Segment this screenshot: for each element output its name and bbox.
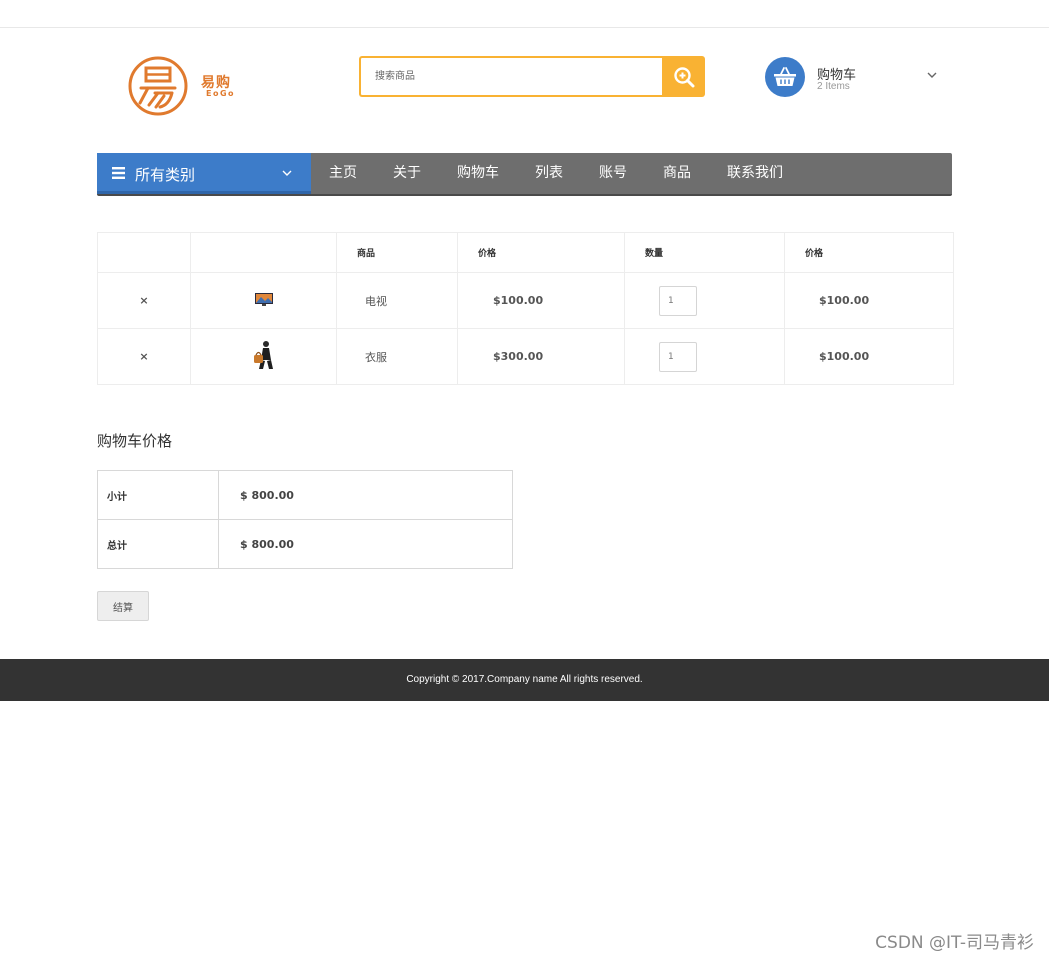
basket-icon: [774, 67, 796, 86]
cart-table: 商品 价格 数量 价格 × 电视 $100.00 $100.00: [97, 232, 954, 385]
nav-item-list[interactable]: 列表: [517, 153, 581, 194]
all-categories-label: 所有类别: [135, 166, 196, 184]
line-total: $100.00: [784, 272, 954, 329]
quantity-input[interactable]: [659, 341, 697, 372]
top-divider: [0, 27, 1049, 28]
total-label: 总计: [97, 519, 219, 569]
nav-item-products[interactable]: 商品: [645, 153, 709, 194]
total-row: 总计 $ 800.00: [97, 519, 513, 569]
product-thumbnail[interactable]: [190, 328, 337, 385]
nav-menu: 主页 关于 购物车 列表 账号 商品 联系我们: [311, 153, 801, 194]
all-categories-dropdown[interactable]: 所有类别: [97, 153, 311, 194]
chevron-down-icon[interactable]: [925, 68, 939, 82]
cart-totals-heading: 购物车价格: [97, 432, 173, 450]
nav-item-home[interactable]: 主页: [311, 153, 375, 194]
column-header-quantity: 数量: [624, 232, 785, 273]
product-name[interactable]: 电视: [336, 272, 458, 329]
quantity-input[interactable]: [659, 285, 697, 316]
table-row: × 衣服 $300.00 $100.00: [97, 328, 954, 385]
table-row: × 电视 $100.00 $100.00: [97, 272, 954, 329]
nav-item-about[interactable]: 关于: [375, 153, 439, 194]
search-button[interactable]: [662, 56, 705, 97]
mini-cart-button[interactable]: [765, 57, 805, 97]
search-bar: [359, 56, 705, 97]
product-name[interactable]: 衣服: [336, 328, 458, 385]
product-thumbnail[interactable]: [190, 272, 337, 329]
line-total: $100.00: [784, 328, 954, 385]
clothes-thumbnail-icon: [253, 341, 273, 369]
search-input[interactable]: [359, 56, 663, 97]
nav-item-cart[interactable]: 购物车: [439, 153, 517, 194]
main-nav: 所有类别 主页 关于 购物车 列表 账号 商品 联系我们: [97, 153, 952, 196]
footer-copyright: Copyright © 2017.Company name All rights…: [0, 659, 1049, 701]
column-header-price: 价格: [457, 232, 625, 273]
logo-icon[interactable]: [127, 55, 189, 117]
total-value: $ 800.00: [218, 519, 513, 569]
remove-item-button[interactable]: ×: [97, 272, 191, 329]
watermark: CSDN @IT-司马青衫: [875, 933, 1034, 953]
column-header-product: 商品: [336, 232, 458, 273]
remove-item-button[interactable]: ×: [97, 328, 191, 385]
tv-thumbnail-icon: [254, 292, 273, 306]
column-header: [190, 232, 337, 273]
quantity-cell: [624, 328, 785, 385]
unit-price: $300.00: [457, 328, 625, 385]
subtotal-value: $ 800.00: [218, 470, 513, 520]
checkout-button[interactable]: 结算: [97, 591, 149, 621]
subtotal-row: 小计 $ 800.00: [97, 470, 513, 520]
menu-icon: [112, 167, 125, 179]
chevron-down-icon: [282, 170, 292, 176]
column-header: [97, 232, 191, 273]
search-plus-icon: [673, 66, 694, 87]
nav-item-account[interactable]: 账号: [581, 153, 645, 194]
table-header-row: 商品 价格 数量 价格: [97, 232, 954, 273]
subtotal-label: 小计: [97, 470, 219, 520]
quantity-cell: [624, 272, 785, 329]
unit-price: $100.00: [457, 272, 625, 329]
cart-totals-table: 小计 $ 800.00 总计 $ 800.00: [97, 470, 513, 569]
brand-subtitle: EoGo: [206, 89, 236, 98]
nav-item-contact[interactable]: 联系我们: [709, 153, 801, 194]
column-header-total: 价格: [784, 232, 954, 273]
mini-cart-count: 2 Items: [817, 81, 850, 92]
